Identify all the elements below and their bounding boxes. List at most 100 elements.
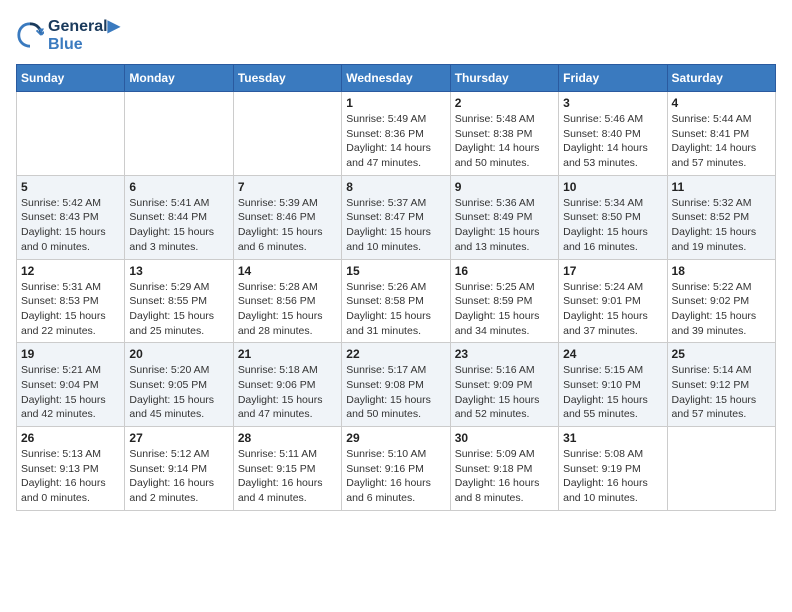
- day-info: Sunrise: 5:26 AMSunset: 8:58 PMDaylight:…: [346, 280, 445, 339]
- calendar-cell: 7 Sunrise: 5:39 AMSunset: 8:46 PMDaylight…: [233, 175, 341, 259]
- calendar-header-row: SundayMondayTuesdayWednesdayThursdayFrid…: [17, 65, 776, 92]
- day-info: Sunrise: 5:20 AMSunset: 9:05 PMDaylight:…: [129, 363, 228, 422]
- day-number: 11: [672, 180, 771, 194]
- day-number: 17: [563, 264, 662, 278]
- calendar-cell: [233, 92, 341, 176]
- week-row-2: 5 Sunrise: 5:42 AMSunset: 8:43 PMDaylight…: [17, 175, 776, 259]
- calendar-cell: 26 Sunrise: 5:13 AMSunset: 9:13 PMDayligh…: [17, 427, 125, 511]
- day-number: 23: [455, 347, 554, 361]
- calendar-cell: 9 Sunrise: 5:36 AMSunset: 8:49 PMDaylight…: [450, 175, 558, 259]
- day-info: Sunrise: 5:21 AMSunset: 9:04 PMDaylight:…: [21, 363, 120, 422]
- day-info: Sunrise: 5:29 AMSunset: 8:55 PMDaylight:…: [129, 280, 228, 339]
- day-number: 21: [238, 347, 337, 361]
- column-header-sunday: Sunday: [17, 65, 125, 92]
- day-info: Sunrise: 5:49 AMSunset: 8:36 PMDaylight:…: [346, 112, 445, 171]
- calendar-cell: 2 Sunrise: 5:48 AMSunset: 8:38 PMDaylight…: [450, 92, 558, 176]
- calendar-cell: 27 Sunrise: 5:12 AMSunset: 9:14 PMDayligh…: [125, 427, 233, 511]
- day-info: Sunrise: 5:17 AMSunset: 9:08 PMDaylight:…: [346, 363, 445, 422]
- calendar-cell: 24Sunrise: 5:15 AMSunset: 9:10 PMDayligh…: [559, 343, 667, 427]
- day-number: 7: [238, 180, 337, 194]
- day-number: 22: [346, 347, 445, 361]
- calendar-cell: 29Sunrise: 5:10 AMSunset: 9:16 PMDayligh…: [342, 427, 450, 511]
- calendar-cell: [667, 427, 775, 511]
- day-info: Sunrise: 5:24 AMSunset: 9:01 PMDaylight:…: [563, 280, 662, 339]
- calendar-cell: 6 Sunrise: 5:41 AMSunset: 8:44 PMDaylight…: [125, 175, 233, 259]
- week-row-1: 1Sunrise: 5:49 AMSunset: 8:36 PMDaylight…: [17, 92, 776, 176]
- day-number: 30: [455, 431, 554, 445]
- day-info: Sunrise: 5:37 AMSunset: 8:47 PMDaylight:…: [346, 196, 445, 255]
- column-header-thursday: Thursday: [450, 65, 558, 92]
- calendar-cell: 16 Sunrise: 5:25 AMSunset: 8:59 PMDayligh…: [450, 259, 558, 343]
- day-info: Sunrise: 5:25 AMSunset: 8:59 PMDaylight:…: [455, 280, 554, 339]
- calendar-cell: 23 Sunrise: 5:16 AMSunset: 9:09 PMDayligh…: [450, 343, 558, 427]
- day-info: Sunrise: 5:08 AMSunset: 9:19 PMDaylight:…: [563, 447, 662, 506]
- day-number: 2: [455, 96, 554, 110]
- calendar-cell: 8 Sunrise: 5:37 AMSunset: 8:47 PMDaylight…: [342, 175, 450, 259]
- calendar-cell: 31 Sunrise: 5:08 AMSunset: 9:19 PMDayligh…: [559, 427, 667, 511]
- day-number: 4: [672, 96, 771, 110]
- day-number: 14: [238, 264, 337, 278]
- column-header-monday: Monday: [125, 65, 233, 92]
- calendar-cell: 30 Sunrise: 5:09 AMSunset: 9:18 PMDayligh…: [450, 427, 558, 511]
- day-info: Sunrise: 5:39 AMSunset: 8:46 PMDaylight:…: [238, 196, 337, 255]
- calendar-cell: [125, 92, 233, 176]
- calendar-body: 1Sunrise: 5:49 AMSunset: 8:36 PMDaylight…: [17, 92, 776, 511]
- day-number: 8: [346, 180, 445, 194]
- day-info: Sunrise: 5:22 AMSunset: 9:02 PMDaylight:…: [672, 280, 771, 339]
- day-number: 27: [129, 431, 228, 445]
- day-info: Sunrise: 5:12 AMSunset: 9:14 PMDaylight:…: [129, 447, 228, 506]
- day-number: 6: [129, 180, 228, 194]
- day-number: 26: [21, 431, 120, 445]
- calendar-cell: 11Sunrise: 5:32 AMSunset: 8:52 PMDayligh…: [667, 175, 775, 259]
- day-info: Sunrise: 5:18 AMSunset: 9:06 PMDaylight:…: [238, 363, 337, 422]
- calendar-table: SundayMondayTuesdayWednesdayThursdayFrid…: [16, 64, 776, 511]
- calendar-cell: 19 Sunrise: 5:21 AMSunset: 9:04 PMDayligh…: [17, 343, 125, 427]
- calendar-cell: 21 Sunrise: 5:18 AMSunset: 9:06 PMDayligh…: [233, 343, 341, 427]
- day-number: 20: [129, 347, 228, 361]
- calendar-cell: 12Sunrise: 5:31 AMSunset: 8:53 PMDayligh…: [17, 259, 125, 343]
- day-info: Sunrise: 5:31 AMSunset: 8:53 PMDaylight:…: [21, 280, 120, 339]
- column-header-wednesday: Wednesday: [342, 65, 450, 92]
- day-number: 15: [346, 264, 445, 278]
- day-info: Sunrise: 5:10 AMSunset: 9:16 PMDaylight:…: [346, 447, 445, 506]
- day-info: Sunrise: 5:09 AMSunset: 9:18 PMDaylight:…: [455, 447, 554, 506]
- day-info: Sunrise: 5:13 AMSunset: 9:13 PMDaylight:…: [21, 447, 120, 506]
- column-header-friday: Friday: [559, 65, 667, 92]
- calendar-cell: 13 Sunrise: 5:29 AMSunset: 8:55 PMDayligh…: [125, 259, 233, 343]
- calendar-cell: 22 Sunrise: 5:17 AMSunset: 9:08 PMDayligh…: [342, 343, 450, 427]
- day-number: 28: [238, 431, 337, 445]
- day-number: 9: [455, 180, 554, 194]
- day-info: Sunrise: 5:41 AMSunset: 8:44 PMDaylight:…: [129, 196, 228, 255]
- column-header-tuesday: Tuesday: [233, 65, 341, 92]
- calendar-cell: 17 Sunrise: 5:24 AMSunset: 9:01 PMDayligh…: [559, 259, 667, 343]
- day-number: 31: [563, 431, 662, 445]
- day-info: Sunrise: 5:15 AMSunset: 9:10 PMDaylight:…: [563, 363, 662, 422]
- day-info: Sunrise: 5:28 AMSunset: 8:56 PMDaylight:…: [238, 280, 337, 339]
- week-row-4: 19 Sunrise: 5:21 AMSunset: 9:04 PMDayligh…: [17, 343, 776, 427]
- day-info: Sunrise: 5:36 AMSunset: 8:49 PMDaylight:…: [455, 196, 554, 255]
- calendar-cell: 15 Sunrise: 5:26 AMSunset: 8:58 PMDayligh…: [342, 259, 450, 343]
- calendar-cell: 18Sunrise: 5:22 AMSunset: 9:02 PMDayligh…: [667, 259, 775, 343]
- day-info: Sunrise: 5:16 AMSunset: 9:09 PMDaylight:…: [455, 363, 554, 422]
- calendar-cell: 14 Sunrise: 5:28 AMSunset: 8:56 PMDayligh…: [233, 259, 341, 343]
- calendar-cell: 5 Sunrise: 5:42 AMSunset: 8:43 PMDaylight…: [17, 175, 125, 259]
- calendar-cell: 28 Sunrise: 5:11 AMSunset: 9:15 PMDayligh…: [233, 427, 341, 511]
- header: General▶ Blue: [16, 16, 776, 54]
- logo-icon: [16, 21, 44, 49]
- day-number: 16: [455, 264, 554, 278]
- day-info: Sunrise: 5:44 AMSunset: 8:41 PMDaylight:…: [672, 112, 771, 171]
- column-header-saturday: Saturday: [667, 65, 775, 92]
- day-number: 19: [21, 347, 120, 361]
- day-info: Sunrise: 5:34 AMSunset: 8:50 PMDaylight:…: [563, 196, 662, 255]
- logo-text: General▶ Blue: [48, 16, 120, 54]
- calendar-cell: 10Sunrise: 5:34 AMSunset: 8:50 PMDayligh…: [559, 175, 667, 259]
- day-number: 5: [21, 180, 120, 194]
- week-row-3: 12Sunrise: 5:31 AMSunset: 8:53 PMDayligh…: [17, 259, 776, 343]
- day-info: Sunrise: 5:11 AMSunset: 9:15 PMDaylight:…: [238, 447, 337, 506]
- day-info: Sunrise: 5:48 AMSunset: 8:38 PMDaylight:…: [455, 112, 554, 171]
- day-info: Sunrise: 5:42 AMSunset: 8:43 PMDaylight:…: [21, 196, 120, 255]
- logo: General▶ Blue: [16, 16, 120, 54]
- day-number: 25: [672, 347, 771, 361]
- day-number: 13: [129, 264, 228, 278]
- calendar-cell: [17, 92, 125, 176]
